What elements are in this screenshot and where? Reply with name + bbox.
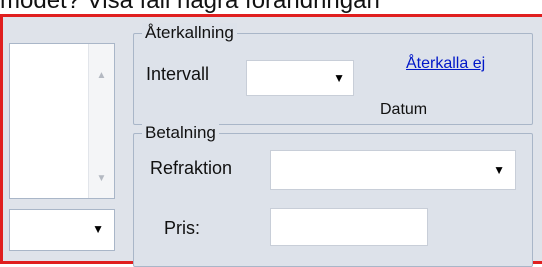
vertical-scrollbar[interactable]: ▲ ▼ <box>88 44 114 198</box>
aterkallning-legend: Återkallning <box>142 23 237 43</box>
intervall-label: Intervall <box>146 64 210 84</box>
dropdown-arrow-icon: ▼ <box>92 222 104 236</box>
highlighted-panel: ▲ ▼ ▼ Återkallning Intervall ▼ Återkalla… <box>0 14 542 267</box>
dropdown-arrow-icon: ▼ <box>493 163 505 177</box>
caption-text: modet? Visa fall några förändringan <box>0 0 380 14</box>
pris-input[interactable] <box>270 208 428 246</box>
intervall-dropdown[interactable]: ▼ <box>246 60 354 96</box>
scroll-down-icon[interactable]: ▼ <box>89 173 114 184</box>
aterkalla-ej-link[interactable]: Återkalla ej <box>406 54 485 74</box>
betalning-legend: Betalning <box>142 123 219 143</box>
scroll-up-icon[interactable]: ▲ <box>89 70 114 81</box>
pris-label: Pris: <box>164 218 200 238</box>
datum-label: Datum <box>380 101 428 118</box>
refraktion-label: Refraktion <box>150 158 233 178</box>
refraktion-dropdown[interactable]: ▼ <box>270 150 516 190</box>
dropdown-arrow-icon: ▼ <box>333 71 345 85</box>
left-dropdown[interactable]: ▼ <box>9 209 115 251</box>
betalning-group: Betalning Refraktion ▼ Pris: <box>133 123 533 267</box>
left-listbox[interactable]: ▲ ▼ <box>9 43 115 199</box>
aterkallning-group: Återkallning Intervall ▼ Återkalla ej Da… <box>133 23 533 125</box>
